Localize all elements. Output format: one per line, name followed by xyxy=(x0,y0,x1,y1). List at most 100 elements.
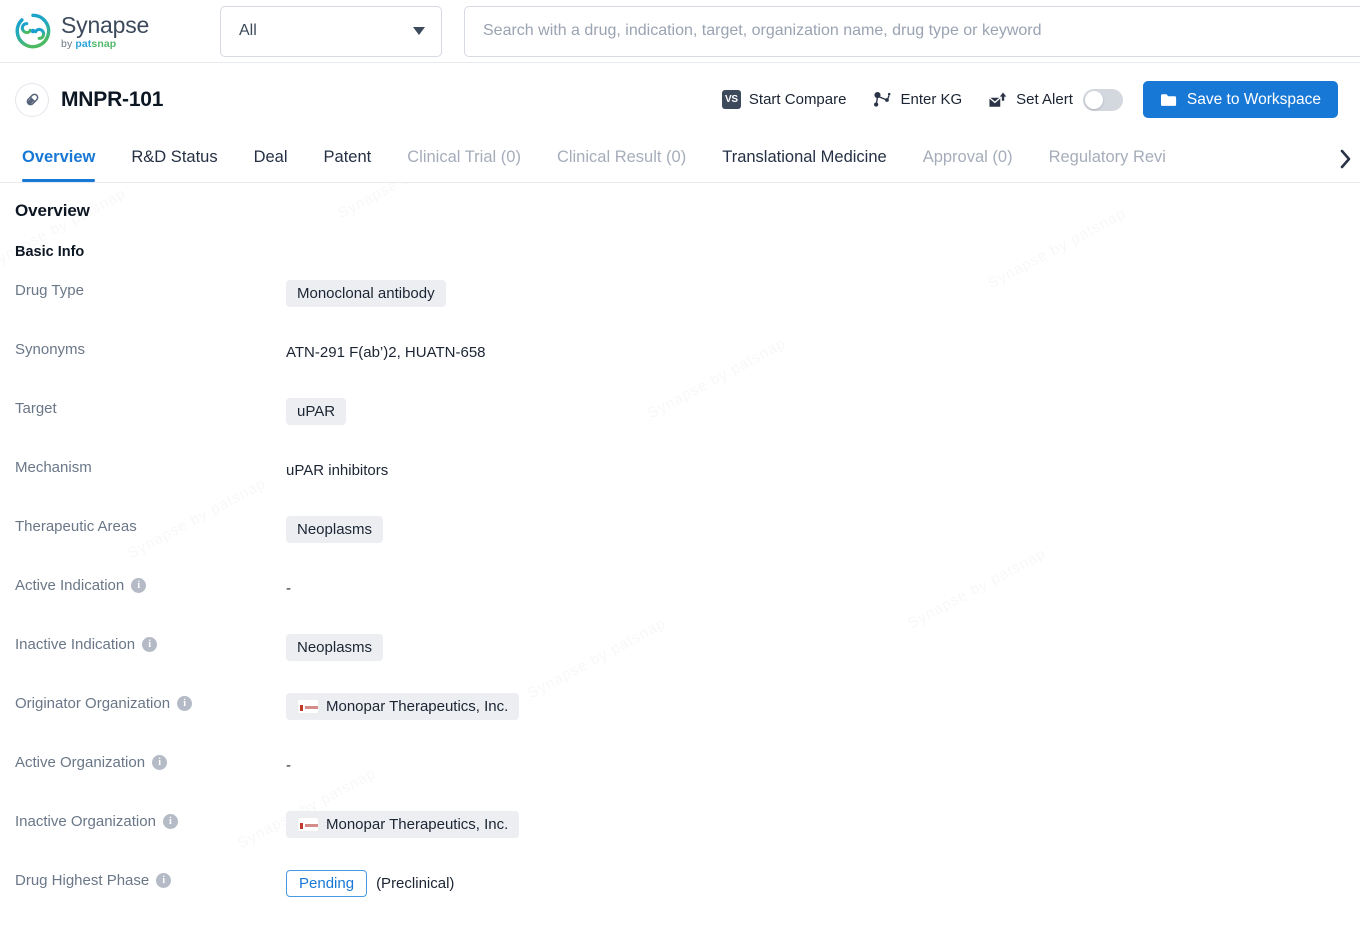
header-actions: VS Start Compare Enter KG Set Alert Save… xyxy=(721,81,1338,118)
tab-clinical-trial-label: Clinical Trial (0) xyxy=(407,148,521,166)
vs-icon: VS xyxy=(721,90,741,109)
chip-inactive-organization[interactable]: Monopar Therapeutics, Inc. xyxy=(286,811,520,838)
tab-clinical-trial[interactable]: Clinical Trial (0) xyxy=(407,136,521,182)
info-row-active-indication: Active Indication i - xyxy=(15,575,1338,634)
label-active-indication: Active Indication i xyxy=(15,575,286,594)
global-search-bar: Synapse by patsnap All xyxy=(0,0,1360,63)
tabs-scroll-right-button[interactable] xyxy=(1332,136,1358,182)
label-mechanism: Mechanism xyxy=(15,457,286,476)
info-row-active-organization: Active Organization i - xyxy=(15,752,1338,811)
value-inactive-indication: Neoplasms xyxy=(286,634,1338,661)
organization-logo-icon xyxy=(297,817,319,832)
pill-glyph xyxy=(26,93,38,106)
tab-patent-label: Patent xyxy=(323,148,372,166)
info-icon[interactable]: i xyxy=(131,578,147,593)
enter-kg-button[interactable]: Enter KG xyxy=(872,91,962,109)
info-row-target: Target uPAR xyxy=(15,398,1338,457)
label-text: Target xyxy=(15,400,57,417)
organization-logo-icon xyxy=(297,699,319,714)
pill-capsule-icon xyxy=(15,82,49,117)
chip-therapeutic-area[interactable]: Neoplasms xyxy=(286,516,384,543)
chip-target[interactable]: uPAR xyxy=(286,398,347,425)
chevron-right-icon xyxy=(1340,149,1350,169)
info-icon[interactable]: i xyxy=(156,873,172,888)
set-alert-control: Set Alert xyxy=(988,88,1123,111)
label-inactive-organization: Inactive Organization i xyxy=(15,811,286,830)
empty-dash: - xyxy=(286,580,291,597)
tab-approval[interactable]: Approval (0) xyxy=(923,136,1013,182)
set-alert-button[interactable]: Set Alert xyxy=(988,91,1073,109)
tab-patent[interactable]: Patent xyxy=(324,136,372,182)
enter-kg-label: Enter KG xyxy=(900,91,963,108)
value-originator-organization: Monopar Therapeutics, Inc. xyxy=(286,693,1338,720)
tab-overview-label: Overview xyxy=(22,148,96,166)
tab-translational-medicine[interactable]: Translational Medicine xyxy=(722,136,886,182)
label-active-organization: Active Organization i xyxy=(15,752,286,771)
label-drug-highest-phase: Drug Highest Phase i xyxy=(15,870,286,889)
tab-translational-medicine-label: Translational Medicine xyxy=(722,148,887,166)
tab-rd-status-label: R&D Status xyxy=(131,148,218,166)
tab-rd-status[interactable]: R&D Status xyxy=(131,136,217,182)
brand-tagline: by patsnap xyxy=(61,39,149,50)
start-compare-button[interactable]: VS Start Compare xyxy=(721,90,846,109)
info-row-drug-type: Drug Type Monoclonal antibody xyxy=(15,280,1338,339)
organization-name: Monopar Therapeutics, Inc. xyxy=(326,698,509,715)
info-row-synonyms: Synonyms ATN-291 F(ab’)2, HUATN-658 xyxy=(15,339,1338,398)
brand-name: Synapse xyxy=(61,11,150,38)
label-text: Active Indication xyxy=(15,577,125,594)
info-row-therapeutic-areas: Therapeutic Areas Neoplasms xyxy=(15,516,1338,575)
search-scope-dropdown[interactable]: All xyxy=(220,5,442,57)
info-icon[interactable]: i xyxy=(177,696,193,711)
value-active-indication: - xyxy=(286,575,1338,601)
chip-inactive-indication[interactable]: Neoplasms xyxy=(286,634,384,661)
value-mechanism: uPAR inhibitors xyxy=(286,457,1338,483)
label-originator-organization: Originator Organization i xyxy=(15,693,286,712)
info-row-mechanism: Mechanism uPAR inhibitors xyxy=(15,457,1338,516)
save-to-workspace-label: Save to Workspace xyxy=(1186,90,1321,108)
app-root: Synapse by patsnap All M xyxy=(0,0,1360,934)
search-input[interactable] xyxy=(464,5,1360,57)
tab-clinical-result[interactable]: Clinical Result (0) xyxy=(557,136,686,182)
chip-drug-type[interactable]: Monoclonal antibody xyxy=(286,280,446,307)
detail-tabs: Overview R&D Status Deal Patent Clinical… xyxy=(0,136,1360,183)
label-text: Drug Highest Phase xyxy=(15,872,150,889)
empty-dash: - xyxy=(286,757,291,774)
label-synonyms: Synonyms xyxy=(15,339,286,358)
alert-envelope-icon xyxy=(989,91,1007,107)
label-text: Inactive Organization xyxy=(15,813,156,830)
brand-wordmark: Synapse by patsnap xyxy=(61,13,149,50)
tab-deal[interactable]: Deal xyxy=(254,136,288,182)
value-synonyms: ATN-291 F(ab’)2, HUATN-658 xyxy=(286,339,1338,365)
phase-note: (Preclinical) xyxy=(376,875,455,892)
info-icon[interactable]: i xyxy=(152,755,168,770)
set-alert-toggle[interactable] xyxy=(1082,88,1123,111)
overview-panel: Overview Basic Info Drug Type Monoclonal… xyxy=(0,183,1360,929)
label-text: Drug Type xyxy=(15,282,84,299)
chip-originator-organization[interactable]: Monopar Therapeutics, Inc. xyxy=(286,693,520,720)
label-drug-type: Drug Type xyxy=(15,280,286,299)
brand-by: by xyxy=(61,37,76,50)
label-therapeutic-areas: Therapeutic Areas xyxy=(15,516,286,535)
info-row-inactive-indication: Inactive Indication i Neoplasms xyxy=(15,634,1338,693)
tab-overview[interactable]: Overview xyxy=(22,136,96,182)
synapse-swirl-logo-icon xyxy=(15,13,51,49)
tab-regulatory-review-label: Regulatory Revi xyxy=(1048,148,1166,166)
basic-info-heading: Basic Info xyxy=(15,244,85,260)
value-inactive-organization: Monopar Therapeutics, Inc. xyxy=(286,811,1338,838)
save-to-workspace-button[interactable]: Save to Workspace xyxy=(1142,81,1338,118)
status-badge[interactable]: Pending xyxy=(286,870,368,897)
knowledge-graph-icon xyxy=(874,91,891,107)
chevron-down-icon xyxy=(413,27,425,35)
search-field-wrapper xyxy=(464,5,1360,57)
label-inactive-indication: Inactive Indication i xyxy=(15,634,286,653)
value-target: uPAR xyxy=(286,398,1338,425)
label-target: Target xyxy=(15,398,286,417)
info-icon[interactable]: i xyxy=(142,637,158,652)
info-row-drug-highest-phase: Drug Highest Phase i Pending (Preclinica… xyxy=(15,870,1338,929)
brand-logo[interactable]: Synapse by patsnap xyxy=(14,12,194,50)
info-icon[interactable]: i xyxy=(162,814,178,829)
tab-clinical-result-label: Clinical Result (0) xyxy=(556,148,687,166)
label-text: Active Organization xyxy=(15,754,146,771)
tab-regulatory-review[interactable]: Regulatory Revi xyxy=(1049,136,1166,182)
label-text: Synonyms xyxy=(15,341,86,358)
